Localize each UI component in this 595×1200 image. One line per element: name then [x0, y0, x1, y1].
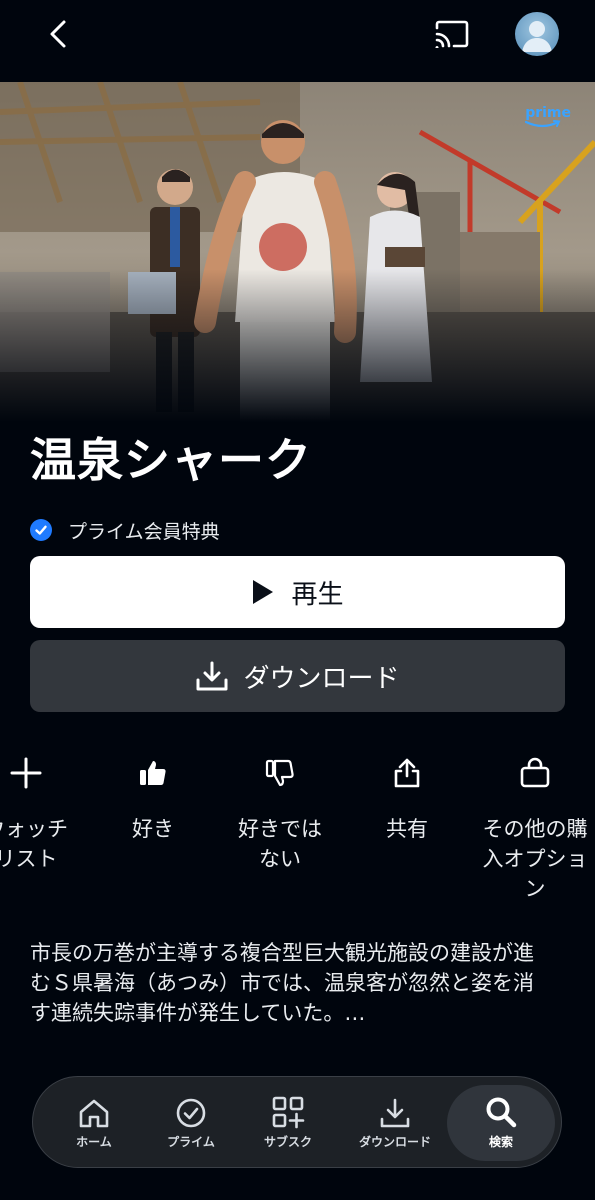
- user-silhouette-icon: [522, 21, 552, 52]
- prime-benefit-badge: プライム会員特典: [30, 514, 220, 546]
- check-circle-icon: [30, 519, 52, 541]
- share-icon: [394, 758, 420, 788]
- nav-subscriptions-label: サブスク: [263, 1135, 312, 1149]
- nav-item-subscriptions[interactable]: サブスク: [238, 1085, 338, 1161]
- download-button[interactable]: ダウンロード: [30, 640, 565, 712]
- play-button[interactable]: 再生: [30, 556, 565, 628]
- thumbs-up-icon: [140, 761, 166, 785]
- download-button-label: ダウンロード: [243, 663, 400, 694]
- shopping-bag-icon: [520, 757, 550, 788]
- user-avatar[interactable]: [515, 12, 559, 56]
- show-title: 温泉シャーク: [30, 433, 312, 487]
- dislike-button[interactable]: 好きでは ない: [215, 750, 345, 874]
- thumbs-down-icon: [265, 759, 294, 787]
- cast-button[interactable]: [430, 14, 474, 54]
- share-label: 共有: [386, 817, 428, 841]
- nav-item-search[interactable]: 検索: [447, 1085, 555, 1161]
- top-bar: [0, 0, 595, 80]
- action-row: ウォッチ リスト 好き 好きでは ない 共有: [0, 750, 595, 910]
- grid-plus-icon: [272, 1096, 305, 1129]
- download-icon: [196, 661, 228, 691]
- back-button[interactable]: [38, 12, 78, 56]
- hero-image: prime: [0, 82, 595, 422]
- prime-logo: prime: [525, 106, 571, 128]
- nav-downloads-label: ダウンロード: [358, 1135, 431, 1149]
- prime-smile-icon: [525, 120, 561, 128]
- play-button-label: 再生: [291, 579, 344, 610]
- plus-icon: [10, 757, 42, 789]
- nav-home-label: ホーム: [76, 1135, 112, 1149]
- prime-benefit-text: プライム会員特典: [68, 520, 220, 543]
- like-label: 好き: [132, 817, 174, 841]
- watchlist-button[interactable]: ウォッチ リスト: [0, 750, 91, 874]
- nav-search-label: 検索: [488, 1135, 513, 1149]
- nav-item-downloads[interactable]: ダウンロード: [345, 1085, 445, 1161]
- watchlist-label: ウォッチ リスト: [0, 817, 68, 871]
- dislike-label: 好きでは ない: [238, 817, 322, 871]
- play-icon: [253, 580, 274, 604]
- more-purchase-options-button[interactable]: その他の購 入オプショ ン: [470, 750, 595, 904]
- download-icon: [380, 1098, 410, 1128]
- checkmark-icon: [35, 525, 47, 535]
- share-button[interactable]: 共有: [342, 750, 472, 844]
- like-button[interactable]: 好き: [88, 750, 218, 844]
- more-purchase-options-label: その他の購 入オプショ ン: [482, 817, 588, 901]
- nav-item-prime[interactable]: プライム: [141, 1085, 241, 1161]
- nav-prime-label: プライム: [167, 1135, 215, 1149]
- cast-icon: [435, 20, 469, 48]
- prime-check-icon: [176, 1098, 206, 1128]
- bottom-navigation: ホーム プライム サブスク ダウンロード 検索: [32, 1076, 562, 1168]
- search-icon: [486, 1097, 517, 1128]
- nav-item-home[interactable]: ホーム: [44, 1085, 144, 1161]
- hero-illustration: [0, 82, 595, 422]
- prime-logo-text: prime: [525, 105, 571, 121]
- chevron-left-icon: [50, 20, 66, 48]
- synopsis-text[interactable]: 市長の万巻が主導する複合型巨大観光施設の建設が進むＳ県暑海（あつみ）市では、温泉…: [30, 938, 550, 1028]
- home-icon: [79, 1099, 109, 1128]
